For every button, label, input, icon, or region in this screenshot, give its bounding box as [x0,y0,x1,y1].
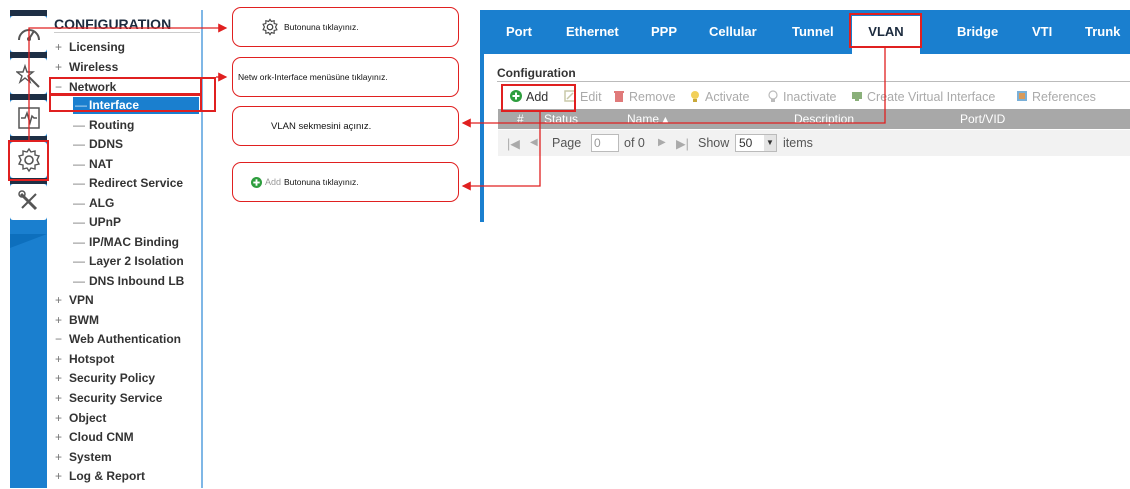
arrow-gear-to-callout [28,23,228,140]
arrow-vlan-to-callout [461,48,886,128]
annotation-arrows [28,23,886,191]
